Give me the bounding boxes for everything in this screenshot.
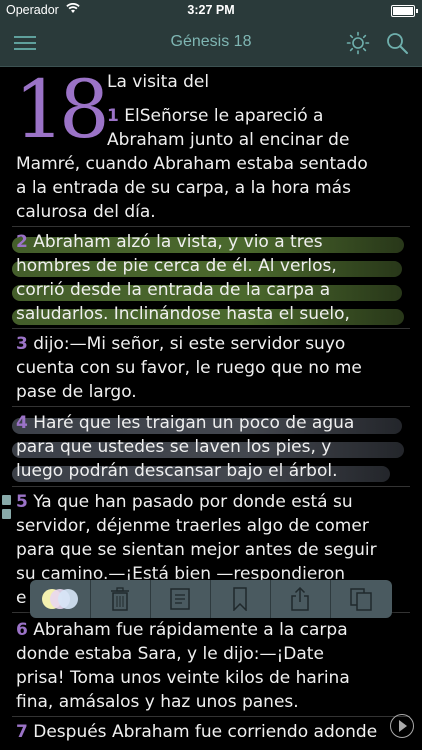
verse-number: 5 (16, 492, 28, 512)
margin-markers[interactable] (2, 495, 14, 525)
verse-line: donde estaba Sara, y le dijo:—¡Date (16, 644, 324, 664)
delete-button[interactable] (90, 580, 151, 618)
verse-action-toolbar (30, 580, 392, 618)
verse-line: a la entrada de su carpa, a la hora más (16, 178, 351, 198)
bookmark-marker-icon (2, 495, 11, 505)
bookmark-icon (233, 587, 247, 611)
verse-6[interactable]: 6 Abraham fue rápidamente a la carpa (16, 618, 348, 642)
verse-line: saludarlos. Inclinándose hasta el suelo, (16, 304, 350, 324)
verse-5[interactable]: 5 Ya que han pasado por donde está su (16, 490, 353, 514)
verse-line: e (16, 588, 27, 608)
verse-divider (12, 406, 410, 407)
search-icon (387, 33, 408, 54)
verse-line: cuenta con su favor, le ruego que no me (16, 358, 362, 378)
verse-2[interactable]: 2 Abraham alzó la vista, y vio a tres (16, 230, 323, 254)
section-heading: La visita del (107, 72, 210, 92)
verse-1[interactable]: 1 ElSeñorse le apareció a (107, 104, 323, 128)
search-button[interactable] (385, 31, 409, 55)
verse-line: pase de largo. (16, 382, 137, 402)
verse-number: 2 (16, 232, 28, 252)
verse-line: para que ustedes se laven los pies, y (16, 437, 332, 457)
verse-number: 1 (107, 106, 119, 126)
verse-3[interactable]: 3 dijo:—Mi señor, si este servidor suyo (16, 332, 345, 356)
copy-icon (350, 588, 372, 611)
verse-number: 7 (16, 722, 28, 742)
color-palette-icon (42, 589, 78, 609)
verse-line: Abraham junto al encinar de (107, 130, 350, 150)
verse-divider (12, 486, 410, 487)
note-icon (170, 588, 190, 610)
bookmark-button[interactable] (210, 580, 271, 618)
verse-line: fina, amásalos y haz unos panes. (16, 692, 299, 712)
verse-number: 3 (16, 334, 28, 354)
theme-button[interactable] (346, 31, 370, 55)
verse-number: 6 (16, 620, 28, 640)
clock: 3:27 PM (187, 3, 235, 17)
status-bar: Operador 3:27 PM (0, 0, 422, 20)
share-button[interactable] (270, 580, 331, 618)
verse-line: luego podrán descansar bajo el árbol. (16, 461, 338, 481)
audio-play-button[interactable] (390, 714, 414, 738)
share-icon (291, 587, 309, 611)
note-button[interactable] (150, 580, 211, 618)
verse-line: corrió desde la entrada de la carpa a (16, 280, 331, 300)
highlight-color-button[interactable] (30, 580, 91, 618)
battery-icon (391, 5, 418, 17)
chapter-number: 18 (14, 66, 110, 156)
chapter-text: 18 La visita del 1 ElSeñorse le apareció… (0, 66, 422, 750)
verse-divider (12, 328, 410, 329)
verse-divider (12, 226, 410, 227)
verse-line: prisa! Toma unos veinte kilos de harina (16, 668, 350, 688)
verse-line: Mamré, cuando Abraham estaba sentado (16, 154, 368, 174)
trash-icon (111, 587, 129, 611)
verse-line: servidor, déjenme traerles algo de comer (16, 516, 369, 536)
verse-divider (12, 716, 410, 717)
verse-7[interactable]: 7 Después Abraham fue corriendo adonde (16, 720, 377, 744)
verse-4[interactable]: 4 Haré que les traigan un poco de agua (16, 411, 354, 435)
note-marker-icon (2, 509, 11, 519)
verse-line: para que se sientan mejor antes de segui… (16, 540, 377, 560)
verse-number: 4 (16, 413, 28, 433)
navigation-bar: Génesis 18 (0, 20, 422, 67)
verse-line: calurosa del día. (16, 202, 156, 222)
copy-button[interactable] (330, 580, 392, 618)
verse-line: hombres de pie cerca de él. Al verlos, (16, 256, 337, 276)
sun-icon (346, 31, 370, 55)
